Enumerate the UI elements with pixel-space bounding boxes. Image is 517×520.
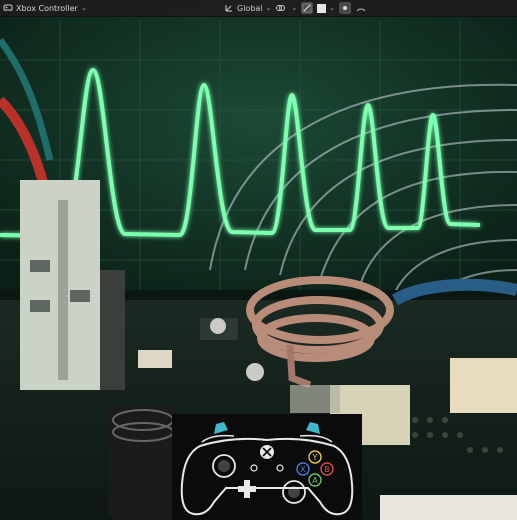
pivot-dropdown[interactable]: ⌄ — [275, 2, 297, 14]
proportional-edit-button[interactable] — [339, 2, 352, 14]
chevron-down-icon: ⌄ — [329, 4, 336, 12]
controller-input-overlay: Y B X A — [172, 414, 362, 520]
snap-element-icon — [317, 3, 327, 13]
chevron-down-icon: ⌄ — [80, 4, 87, 12]
transform-orientation-label: Global — [237, 3, 263, 13]
overlay-toggle-button[interactable] — [355, 2, 367, 14]
snap-pivot-icon — [276, 5, 286, 11]
chevron-down-icon: ⌄ — [265, 4, 272, 12]
overlay-toggle-icon — [356, 8, 366, 12]
object-selector-label: Xbox Controller — [16, 3, 78, 13]
object-selector-dropdown[interactable]: Xbox Controller ⌄ — [0, 0, 87, 16]
gamepad-icon — [3, 4, 13, 11]
transform-orientation-dropdown[interactable]: Global ⌄ — [224, 2, 271, 14]
snap-element-dropdown[interactable]: ⌄ — [317, 2, 335, 14]
proportional-edit-icon — [343, 6, 348, 10]
x-button-label: X — [300, 465, 306, 474]
y-button-label: Y — [312, 453, 318, 462]
snap-toggle-icon — [302, 3, 312, 13]
chevron-down-icon: ⌄ — [291, 4, 298, 12]
snap-toggle-button[interactable] — [301, 2, 314, 14]
orientation-axes-icon — [225, 5, 232, 12]
3d-viewport[interactable]: Xbox Controller ⌄ Global ⌄ ⌄ ⌄ Y B X A — [0, 0, 517, 520]
viewport-header: Xbox Controller ⌄ Global ⌄ ⌄ ⌄ — [0, 0, 517, 17]
face-buttons: Y B X A — [296, 450, 334, 487]
beige-component — [450, 358, 517, 413]
a-button-label: A — [312, 476, 318, 485]
b-button-label: B — [324, 465, 330, 474]
